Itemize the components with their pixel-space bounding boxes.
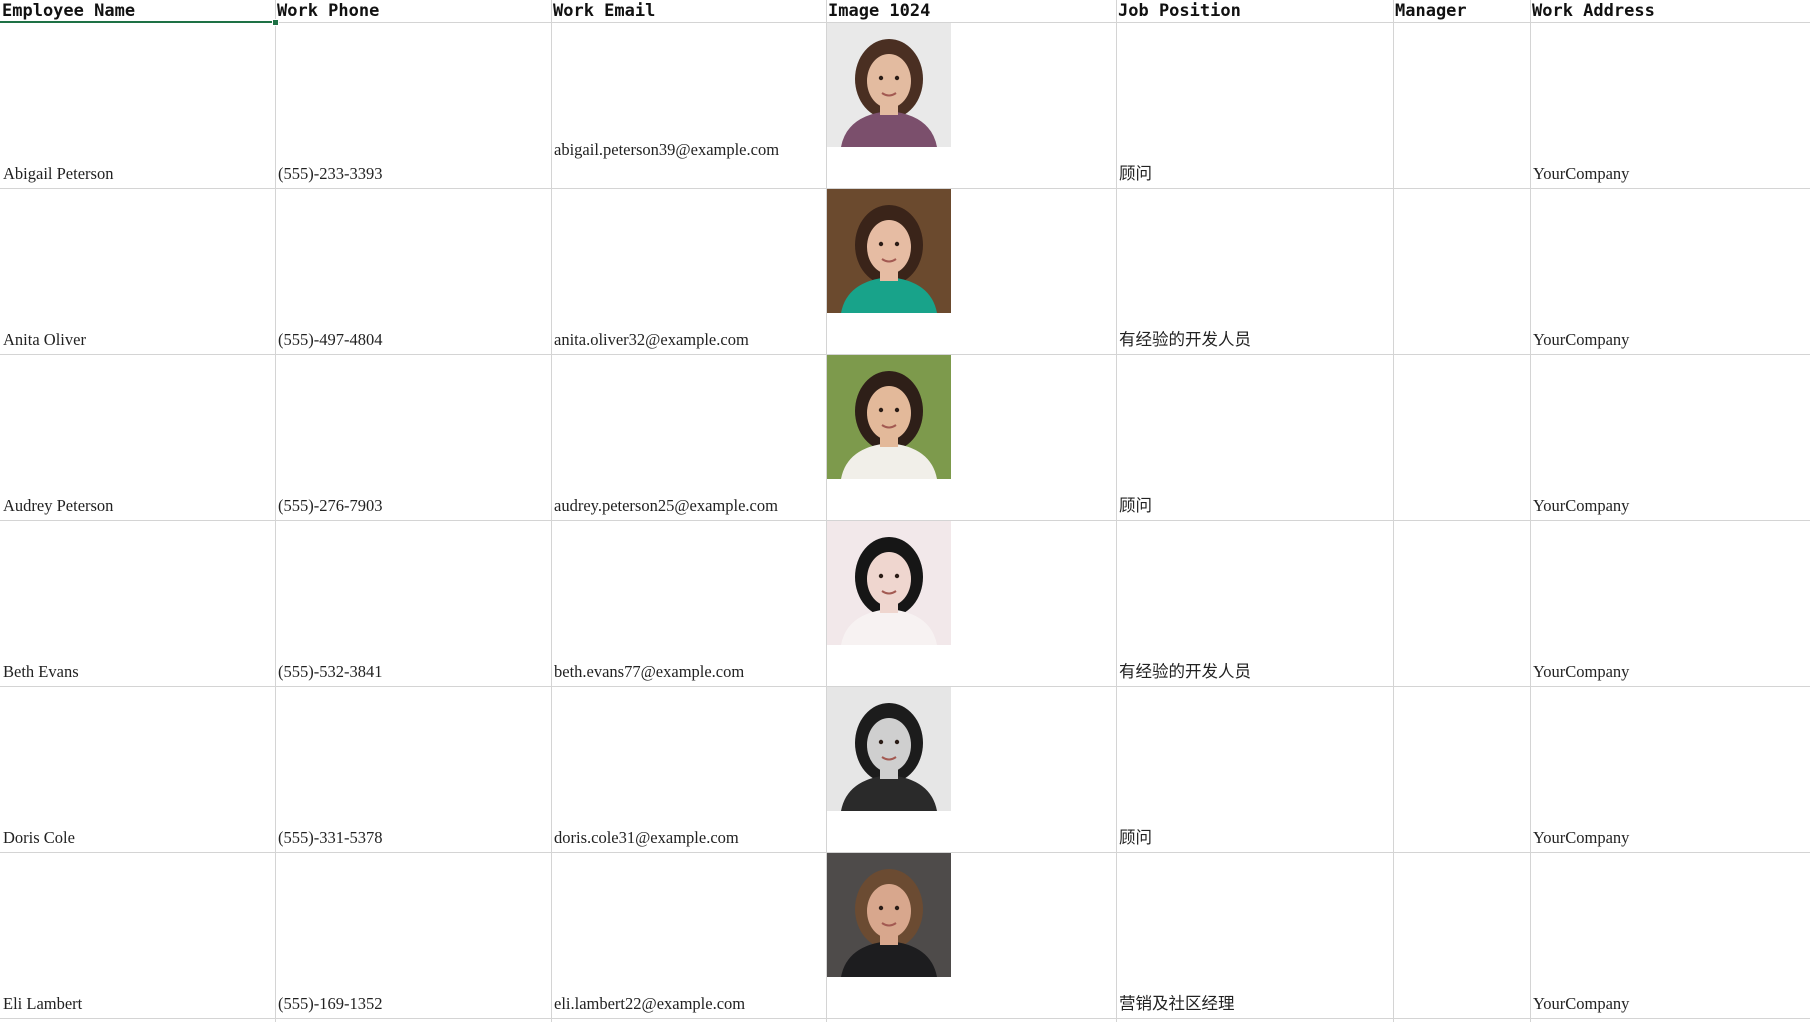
cell-work-address[interactable]: YourCompany (1530, 328, 1810, 352)
cell-work-address[interactable]: YourCompany (1530, 992, 1810, 1016)
cell-work-phone[interactable]: (555)-331-5378 (275, 826, 551, 850)
column-header-image[interactable]: Image 1024 (826, 0, 1116, 22)
cell-work-phone[interactable]: (555)-276-7903 (275, 494, 551, 518)
cell-job-position[interactable]: 顾问 (1116, 494, 1393, 518)
column-header-employee-name[interactable]: Employee Name (0, 0, 275, 22)
portrait-long-curly-dark-hair-icon[interactable] (827, 23, 951, 147)
cell-employee-name[interactable]: Anita Oliver (0, 328, 275, 352)
column-header-work-address[interactable]: Work Address (1530, 0, 1810, 22)
cell-work-phone[interactable]: (555)-233-3393 (275, 162, 551, 186)
cell-job-position[interactable]: 有经验的开发人员 (1116, 660, 1393, 684)
portrait-man-beard-icon[interactable] (827, 853, 951, 977)
cell-job-position[interactable]: 顾问 (1116, 826, 1393, 850)
cell-work-email[interactable]: eli.lambert22@example.com (551, 992, 826, 1016)
cell-work-phone[interactable]: (555)-169-1352 (275, 992, 551, 1016)
cell-work-email[interactable]: beth.evans77@example.com (551, 660, 826, 684)
cell-job-position[interactable]: 营销及社区经理 (1116, 992, 1393, 1016)
cell-work-address[interactable]: YourCompany (1530, 660, 1810, 684)
portrait-smiling-brown-hair-icon[interactable] (827, 189, 951, 313)
column-divider (1393, 0, 1394, 1022)
portrait-black-beret-icon[interactable] (827, 521, 951, 645)
column-header-work-phone[interactable]: Work Phone (275, 0, 551, 22)
cell-employee-name[interactable]: Eli Lambert (0, 992, 275, 1016)
column-header-work-email[interactable]: Work Email (551, 0, 826, 22)
cell-work-address[interactable]: YourCompany (1530, 162, 1810, 186)
cell-employee-name[interactable]: Audrey Peterson (0, 494, 275, 518)
row-divider (0, 1018, 1810, 1019)
cell-work-address[interactable]: YourCompany (1530, 494, 1810, 518)
cell-employee-name[interactable]: Doris Cole (0, 826, 275, 850)
column-header-job-position[interactable]: Job Position (1116, 0, 1393, 22)
portrait-short-dark-hair-park-icon[interactable] (827, 355, 951, 479)
cell-job-position[interactable]: 顾问 (1116, 162, 1393, 186)
fill-handle[interactable] (272, 19, 279, 26)
cell-job-position[interactable]: 有经验的开发人员 (1116, 328, 1393, 352)
cell-work-address[interactable]: YourCompany (1530, 826, 1810, 850)
cell-employee-name[interactable]: Abigail Peterson (0, 162, 275, 186)
cell-work-phone[interactable]: (555)-497-4804 (275, 328, 551, 352)
spreadsheet[interactable]: Employee Name Work Phone Work Email Image 1… (0, 0, 1810, 1022)
column-header-manager[interactable]: Manager (1393, 0, 1530, 22)
cell-work-email[interactable]: doris.cole31@example.com (551, 826, 826, 850)
active-cell-border (0, 21, 275, 23)
cell-work-email[interactable]: anita.oliver32@example.com (551, 328, 826, 352)
cell-work-email[interactable]: audrey.peterson25@example.com (551, 494, 826, 518)
cell-work-phone[interactable]: (555)-532-3841 (275, 660, 551, 684)
cell-work-email[interactable]: abigail.peterson39@example.com (551, 138, 826, 162)
portrait-beanie-glasses-bw-icon[interactable] (827, 687, 951, 811)
cell-employee-name[interactable]: Beth Evans (0, 660, 275, 684)
